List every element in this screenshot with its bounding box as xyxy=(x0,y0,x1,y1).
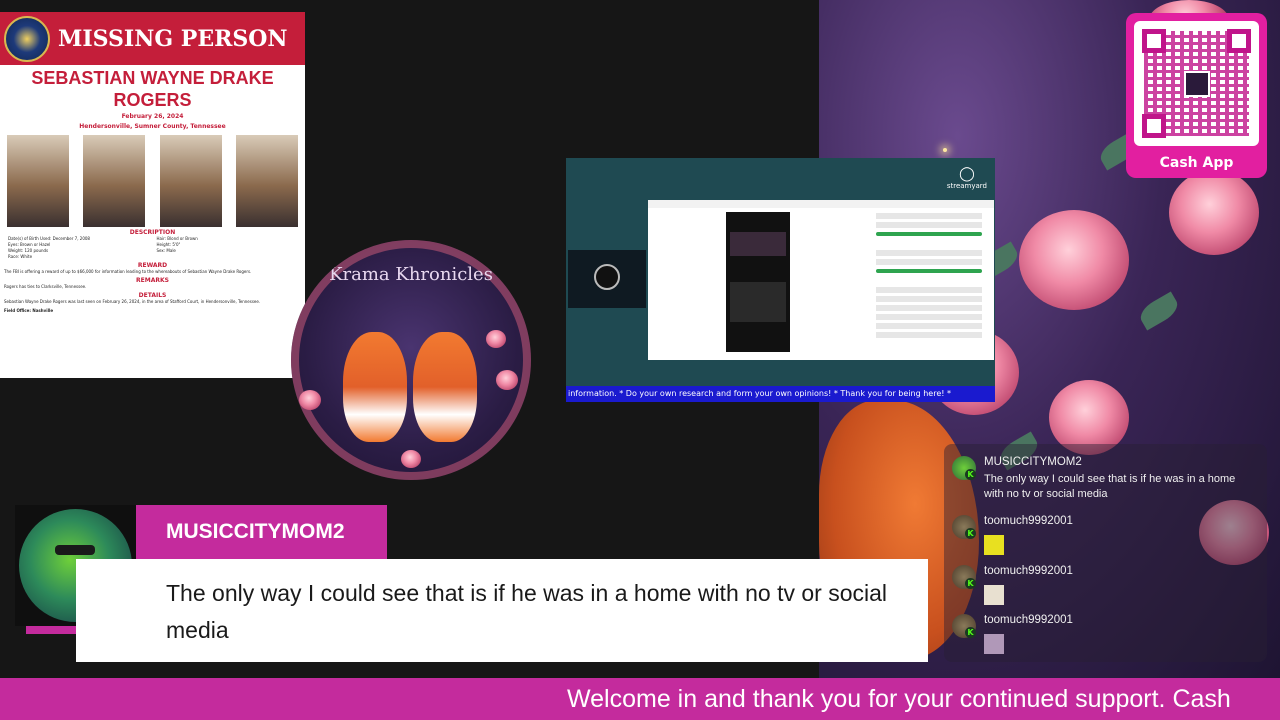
poster-date: February 26, 2024 xyxy=(121,113,184,120)
fox-right xyxy=(413,332,477,442)
missing-person-poster: MISSING PERSON SEBASTIAN WAYNE DRAKE ROG… xyxy=(0,12,305,378)
streamyard-guest-tile xyxy=(568,250,646,308)
poster-section-details: DETAILS xyxy=(138,292,167,299)
chat-message: K toomuch9992001 xyxy=(952,614,1252,658)
poster-section-description: DESCRIPTION xyxy=(129,229,176,236)
featured-message-text: The only way I could see that is if he w… xyxy=(166,580,888,643)
chat-username: toomuch9992001 xyxy=(984,565,1073,577)
poster-photos xyxy=(0,131,305,227)
kick-badge-icon: K xyxy=(965,627,976,638)
streamyard-ticker: information. * Do your own research and … xyxy=(566,386,995,402)
fbi-seal-icon xyxy=(4,15,50,62)
streamyard-window: ◯ streamyard information. * Do your own … xyxy=(566,158,995,402)
kick-badge-icon: K xyxy=(965,578,976,589)
streamyard-sidebar xyxy=(870,210,988,352)
qr-code xyxy=(1134,21,1259,146)
streamyard-icon: ◯ xyxy=(959,166,975,182)
emote-icon xyxy=(984,585,1004,605)
browser-toolbar xyxy=(648,200,994,208)
krama-title: Krama Khronicles xyxy=(329,264,493,285)
poster-description-grid: Date(s) of Birth Used: December 7, 2008 … xyxy=(8,236,198,259)
poster-details-text: Sebastian Wayne Drake Rogers was last se… xyxy=(4,299,261,304)
chat-message: K toomuch9992001 xyxy=(952,565,1252,609)
emote-icon xyxy=(984,634,1004,654)
poster-header: MISSING PERSON xyxy=(0,12,305,65)
bottom-ticker: Welcome in and thank you for your contin… xyxy=(0,678,1280,720)
emote-icon xyxy=(984,535,1004,555)
chat-username: MUSICCITYMOM2 xyxy=(984,456,1082,468)
poster-section-reward: REWARD xyxy=(137,262,168,269)
poster-photo xyxy=(7,135,69,227)
kick-badge-icon: K xyxy=(965,528,976,539)
streamyard-logo: ◯ streamyard xyxy=(946,166,987,190)
poster-reward-text: The FBI is offering a reward of up to $6… xyxy=(4,269,252,274)
chat-username: toomuch9992001 xyxy=(984,515,1073,527)
krama-khronicles-logo: Krama Khronicles xyxy=(291,240,531,480)
cash-app-qr-card: Cash App xyxy=(1126,13,1267,178)
streamyard-video xyxy=(726,212,790,352)
poster-place: Hendersonville, Sumner County, Tennessee xyxy=(79,123,226,130)
featured-message-box: The only way I could see that is if he w… xyxy=(76,559,928,662)
chat-message: K MUSICCITYMOM2 The only way I could see… xyxy=(952,456,1252,504)
poster-section-remarks: REMARKS xyxy=(136,277,169,284)
chat-panel: K MUSICCITYMOM2 The only way I could see… xyxy=(944,444,1267,662)
ticker-text: Welcome in and thank you for your contin… xyxy=(567,685,1231,713)
kick-badge-icon: K xyxy=(965,469,976,480)
poster-photo xyxy=(235,135,298,227)
poster-title: MISSING PERSON xyxy=(58,25,288,52)
chat-message: K toomuch9992001 xyxy=(952,515,1252,559)
cash-app-label: Cash App xyxy=(1159,155,1234,171)
chat-username: toomuch9992001 xyxy=(984,614,1073,626)
fox-left xyxy=(343,332,407,442)
poster-name: SEBASTIAN WAYNE DRAKE ROGERS xyxy=(31,68,274,110)
featured-username: MUSICCITYMOM2 xyxy=(136,505,387,559)
poster-remarks-text: Rogers has ties to Clarksville, Tennesse… xyxy=(4,284,87,289)
poster-field-office: Field Office: Nashville xyxy=(4,308,54,313)
chat-text: The only way I could see that is if he w… xyxy=(984,473,1236,500)
qr-logo-icon xyxy=(1184,71,1210,97)
poster-photo xyxy=(83,135,146,227)
poster-photo xyxy=(159,135,222,227)
streamyard-browser xyxy=(648,200,994,360)
